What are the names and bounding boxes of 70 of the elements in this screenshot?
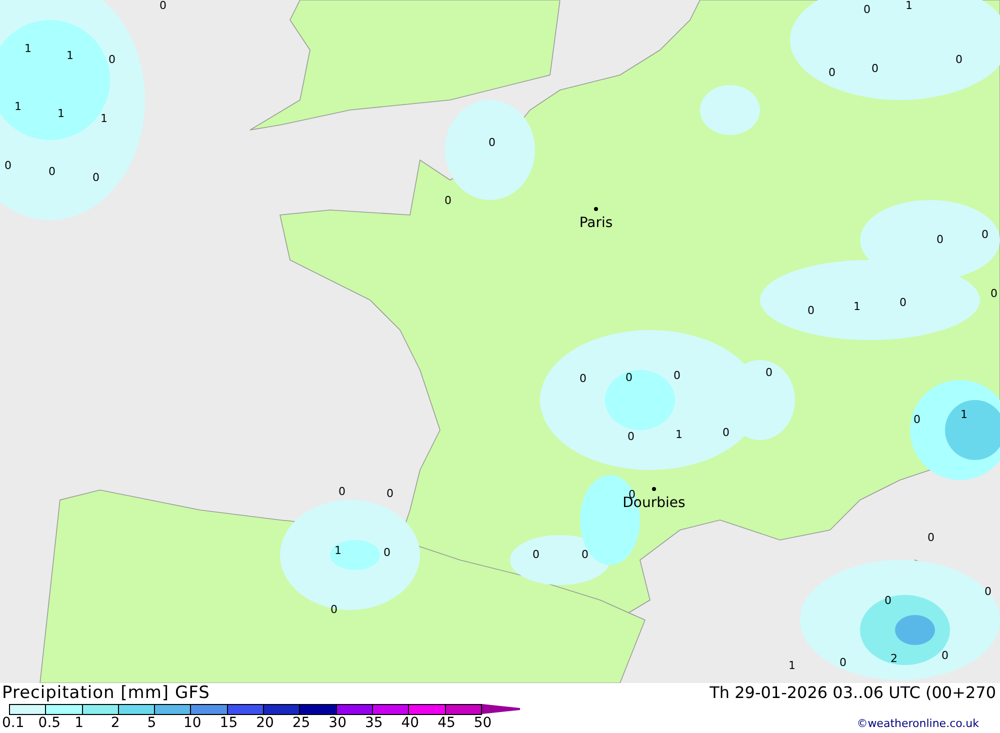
scale-tick-label: 45 [438, 715, 456, 731]
precip-value-label: 1 [676, 428, 682, 441]
precip-value-label: 1 [788, 659, 796, 672]
precip-value-label: 0 [808, 304, 814, 317]
precipitation-area [700, 85, 760, 135]
precip-value-label: 1 [854, 300, 860, 313]
precip-value-label: 0 [956, 53, 962, 66]
precip-value-label: 0 [928, 531, 934, 544]
scale-tick-label: 35 [364, 715, 384, 731]
scale-tick-label: 5 [147, 715, 158, 731]
precip-value-label: 0 [628, 430, 634, 443]
precip-value-label: 2 [890, 652, 898, 665]
precip-value-label: 0 [884, 594, 892, 607]
precip-value-label: 0 [914, 413, 920, 426]
valid-time-label: Th 29-01-2026 03..06 UTC (00+270 [710, 683, 996, 703]
precipitation-area [945, 400, 1000, 460]
precip-value-label: 0 [864, 3, 870, 16]
scale-tick-label: 0.5 [38, 715, 62, 731]
precip-value-label: 0 [92, 171, 100, 184]
precip-value-label: 0 [626, 371, 632, 384]
precip-value-label: 0 [942, 649, 948, 662]
scale-tick-label: 1 [74, 715, 85, 731]
scale-tick-label: 30 [328, 715, 348, 731]
scale-tick-label: 25 [292, 715, 312, 731]
precip-value-label: 1 [100, 112, 108, 125]
precip-value-label: 1 [334, 544, 342, 557]
precip-value-label: 0 [48, 165, 56, 178]
precip-value-label: 1 [66, 49, 74, 62]
precip-value-label: 1 [14, 100, 22, 113]
legend-title: Precipitation [mm] GFS [2, 683, 211, 703]
precip-value-label: 0 [108, 53, 116, 66]
precip-value-label: 1 [24, 42, 32, 55]
precip-value-label: 0 [828, 66, 836, 79]
precip-value-label: 0 [936, 233, 944, 246]
precip-value-label: 0 [900, 296, 906, 309]
precip-value-label: 0 [580, 372, 586, 385]
scale-tick-label: 40 [401, 715, 420, 731]
scale-tick-label: 2 [110, 715, 121, 731]
city-marker [594, 207, 598, 211]
scale-tick-label: 0.1 [2, 715, 26, 731]
precip-value-label: 0 [766, 366, 772, 379]
precip-value-label: 0 [532, 548, 540, 561]
precip-value-label: 0 [488, 136, 496, 149]
precip-value-label: 0 [160, 0, 166, 12]
precip-value-label: 0 [984, 585, 992, 598]
precip-value-label: 0 [722, 426, 730, 439]
precip-value-label: 0 [582, 548, 588, 561]
precipitation-area [605, 370, 675, 430]
precip-value-label: 1 [906, 0, 912, 12]
scale-tick-label: 20 [256, 715, 275, 731]
precip-value-label: 0 [4, 159, 12, 172]
precip-value-label: 1 [960, 408, 968, 421]
precipitation-area [895, 615, 935, 645]
precip-value-label: 0 [338, 485, 346, 498]
precip-value-label: 0 [330, 603, 338, 616]
precip-value-label: 0 [982, 228, 988, 241]
scale-tick-label: 50 [474, 715, 493, 731]
precip-value-label: 0 [384, 546, 390, 559]
precip-value-label: 0 [386, 487, 394, 500]
city-label: Paris [579, 215, 613, 231]
precip-value-label: 1 [58, 107, 64, 120]
precip-value-label: 0 [674, 369, 680, 382]
precip-value-label: 0 [990, 287, 998, 300]
precip-value-label: 0 [872, 62, 878, 75]
scale-tick-label: 10 [183, 715, 202, 731]
precip-value-label: 0 [840, 656, 846, 669]
scale-tick-label: 15 [220, 715, 239, 731]
credit-text: ©weatheronline.co.uk [856, 717, 979, 730]
city-marker [652, 487, 656, 491]
precip-value-label: 0 [444, 194, 452, 207]
